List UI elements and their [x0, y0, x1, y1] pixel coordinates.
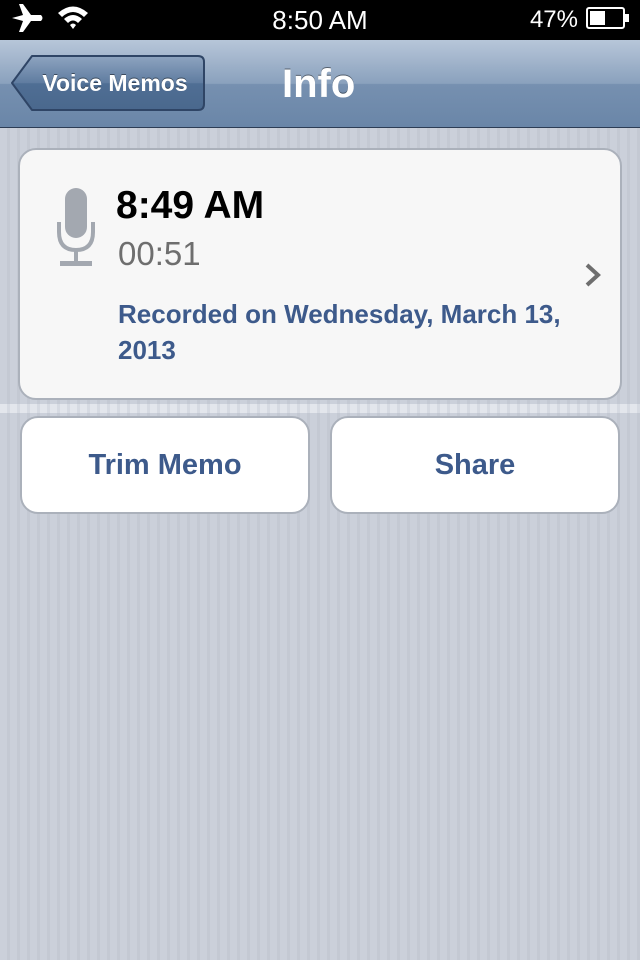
chevron-right-icon [584, 262, 602, 293]
navigation-bar: Voice Memos Info [0, 40, 640, 128]
back-button-label: Voice Memos [42, 70, 188, 96]
status-right: 47% [530, 4, 630, 36]
section-divider [0, 404, 640, 413]
page-title: Info [282, 62, 356, 106]
memo-info-card[interactable]: 8:49 AM 00:51 Recorded on Wednesday, Mar… [18, 148, 622, 400]
battery-icon [586, 6, 630, 35]
memo-recorded-date: Recorded on Wednesday, March 13, 2013 [118, 299, 561, 365]
microphone-icon [56, 188, 96, 273]
share-button[interactable]: Share [330, 416, 620, 514]
battery-percent: 47% [529, 6, 578, 33]
memo-time: 8:49 AM [116, 184, 265, 227]
status-bar: 8:50 AM 47% [0, 0, 640, 40]
back-button[interactable]: Voice Memos [10, 54, 206, 112]
memo-duration: 00:51 [118, 235, 201, 272]
trim-memo-button[interactable]: Trim Memo [20, 416, 310, 514]
